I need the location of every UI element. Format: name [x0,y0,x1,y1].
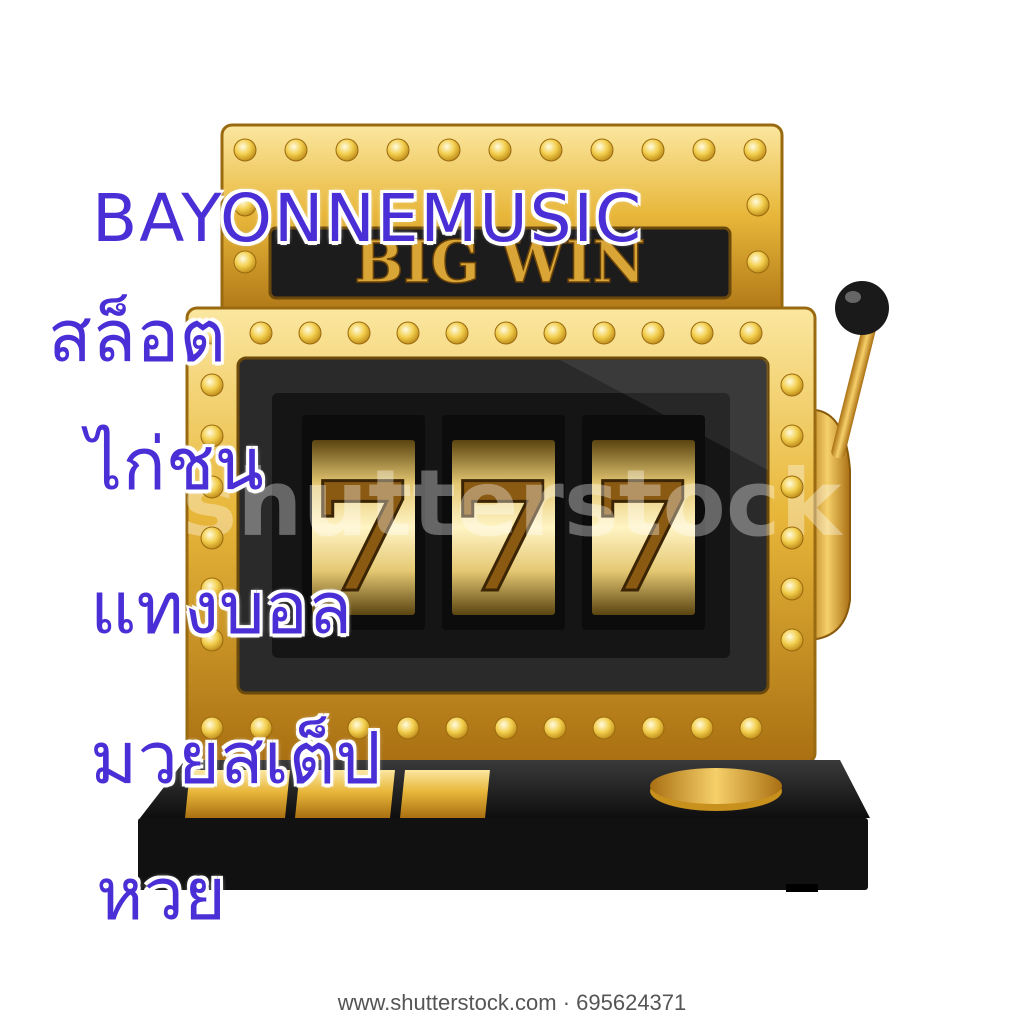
light-bulb [780,424,804,448]
footer-image-number: 695624371 [576,990,687,1015]
light-bulb [347,321,371,345]
light-bulb [592,716,616,740]
light-bulb [641,138,665,162]
light-bulb [543,321,567,345]
light-bulb [488,138,512,162]
light-bulb [780,526,804,550]
light-bulb [200,526,224,550]
light-bulb [284,138,308,162]
light-bulb [739,321,763,345]
light-bulb [780,577,804,601]
overlay-line-1: สล็อต [48,294,227,378]
light-bulb [445,716,469,740]
light-bulb [445,321,469,345]
overlay-line-2: ไก่ชน [86,422,264,506]
light-bulb [396,716,420,740]
footer-site: www.shutterstock.com [337,990,557,1015]
light-bulb [743,138,767,162]
brand-text: BAYONNEMUSIC [92,180,644,257]
light-bulb [590,138,614,162]
light-bulb [592,321,616,345]
watermark-text: shutterstock [182,450,843,557]
light-bulb [437,138,461,162]
footer-separator: · [556,990,577,1015]
light-bulb [746,193,770,217]
light-bulb [543,716,567,740]
light-bulb [780,373,804,397]
overlay-line-3: แทงบอล [90,566,353,650]
light-bulb [780,628,804,652]
light-bulb [494,716,518,740]
light-bulb [386,138,410,162]
light-bulb [780,475,804,499]
light-bulb [690,321,714,345]
light-bulb [746,250,770,274]
overlay-line-4: มวยสเต็ป [90,716,382,800]
light-bulb [641,321,665,345]
light-bulb [233,138,257,162]
light-bulb [539,138,563,162]
light-bulb [396,321,420,345]
light-bulb [335,138,359,162]
light-bulb [641,716,665,740]
light-bulb [494,321,518,345]
light-bulb [690,716,714,740]
bet-button-3 [400,770,490,818]
light-bulb [692,138,716,162]
light-bulb [739,716,763,740]
light-bulb [298,321,322,345]
light-bulb [249,321,273,345]
stock-footer: www.shutterstock.com · 695624371 [0,990,1024,1016]
coin-tray [650,768,782,804]
overlay-line-5: หวย [96,852,227,936]
